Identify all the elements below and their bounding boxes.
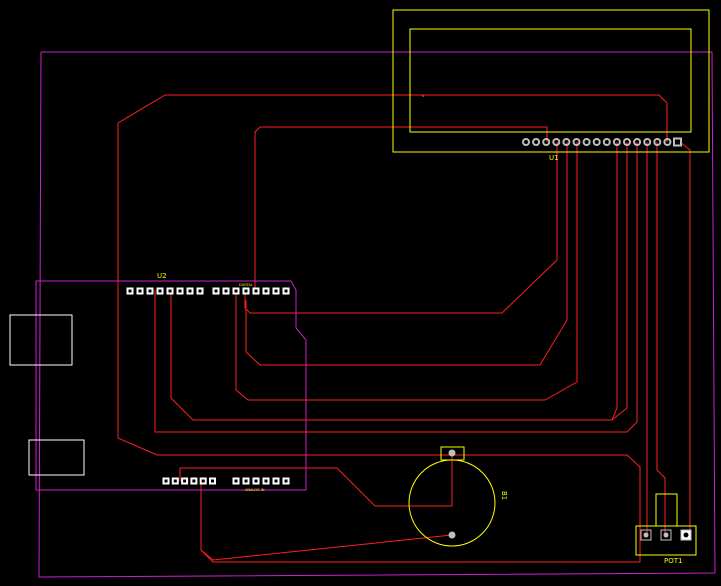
pot-pin-hole bbox=[683, 532, 689, 538]
header-pad-hole bbox=[284, 479, 288, 483]
header-pad-hole bbox=[234, 289, 238, 293]
header-pad-hole bbox=[211, 479, 214, 483]
header-pad-hole bbox=[254, 479, 258, 483]
buzzer-pad bbox=[448, 449, 456, 457]
header-pad-hole bbox=[148, 289, 152, 293]
header-pad-hole bbox=[254, 289, 258, 293]
canvas-background bbox=[0, 0, 721, 586]
pot-pin-hole bbox=[663, 532, 669, 538]
pot-pin-hole bbox=[643, 532, 649, 538]
header-pad-hole bbox=[284, 289, 288, 293]
arduino-ref-label: U2 bbox=[157, 272, 167, 280]
header-pad-hole bbox=[188, 289, 192, 293]
header-pad-hole bbox=[224, 289, 228, 293]
header-pad-hole bbox=[178, 289, 182, 293]
lcd-ref-label: U1 bbox=[549, 154, 559, 162]
pot-ref-label: POT1 bbox=[664, 557, 682, 565]
lcd-fiducial bbox=[422, 95, 424, 97]
header-pad-hole bbox=[173, 479, 177, 483]
header-pad-hole bbox=[244, 289, 248, 293]
header-pad-hole bbox=[183, 479, 187, 483]
pcb-layout: U1 U2 DIGITAL ANALOG IN B1 POT1 bbox=[0, 0, 721, 586]
header-pad-hole bbox=[138, 289, 142, 293]
header-pad-hole bbox=[274, 479, 278, 483]
analog-header-label: ANALOG IN bbox=[245, 488, 265, 492]
header-pad-hole bbox=[168, 289, 172, 293]
header-pad-hole bbox=[201, 479, 205, 483]
buzzer-ref-label: B1 bbox=[500, 491, 508, 500]
buzzer-pad bbox=[448, 531, 456, 539]
header-pad-hole bbox=[264, 289, 268, 293]
header-pad-hole bbox=[128, 289, 132, 293]
digital-header-label: DIGITAL bbox=[239, 283, 253, 287]
header-pad-hole bbox=[234, 479, 238, 483]
header-pad-hole bbox=[274, 289, 278, 293]
header-pad-hole bbox=[244, 479, 248, 483]
header-pad-hole bbox=[214, 289, 218, 293]
header-pad-hole bbox=[164, 479, 168, 483]
header-pad-hole bbox=[198, 289, 202, 293]
header-pad-hole bbox=[264, 479, 268, 483]
header-pad-hole bbox=[192, 479, 196, 483]
header-pad-hole bbox=[158, 289, 162, 293]
